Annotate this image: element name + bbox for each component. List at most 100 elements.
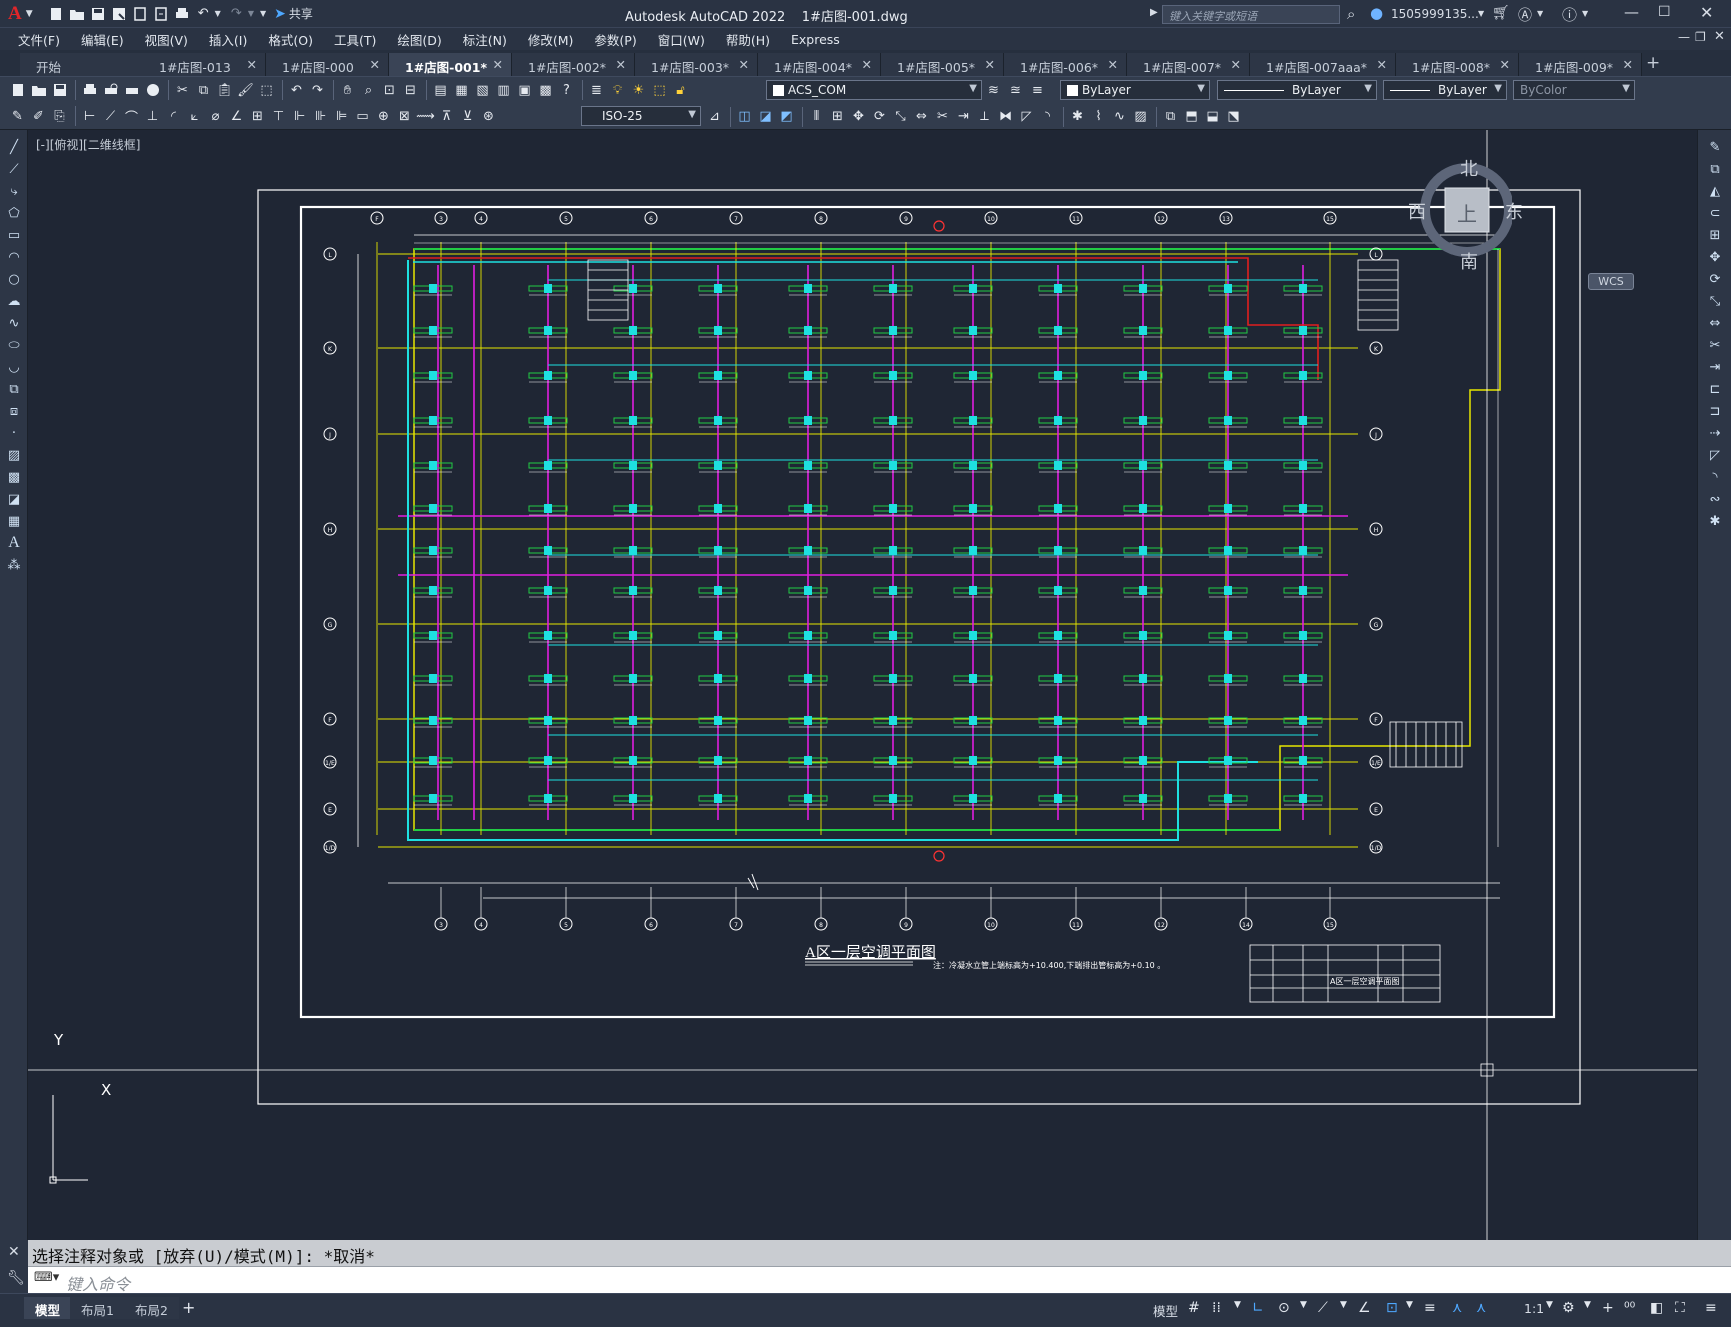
menu-parametric[interactable]: 参数(P): [594, 30, 636, 49]
offset-icon[interactable]: ⫴: [807, 107, 826, 126]
ortho-icon[interactable]: ∟: [1252, 1300, 1264, 1316]
doc-close-icon[interactable]: ✕: [1714, 29, 1725, 44]
tab-drawing[interactable]: 1#店图-008* ✕: [1396, 53, 1519, 76]
tab-drawing[interactable]: 1#店图-003* ✕: [635, 53, 758, 76]
plot-preview-icon[interactable]: [101, 81, 120, 100]
scale-dropdown-icon[interactable]: ▼: [1546, 1300, 1553, 1310]
plotstyle-dropdown[interactable]: ByColor ▼: [1513, 80, 1635, 100]
scale-icon[interactable]: ⤡: [891, 107, 910, 126]
new-icon[interactable]: [8, 81, 27, 100]
scale-icon[interactable]: ⤡: [1698, 290, 1731, 312]
units-icon[interactable]: ⁰⁰: [1624, 1300, 1635, 1316]
make-block-icon[interactable]: ⧈: [0, 400, 28, 422]
tab-close-icon[interactable]: ✕: [1108, 57, 1118, 72]
region-icon[interactable]: ◪: [0, 488, 28, 510]
aligned-dimension-icon[interactable]: ⟋: [101, 107, 120, 126]
viewcube[interactable]: 北 南 东 西 上: [1402, 150, 1523, 273]
menu-file[interactable]: 文件(F): [18, 30, 60, 49]
join-icon[interactable]: ⧓: [996, 107, 1015, 126]
viewcube-face-top[interactable]: 上: [1457, 198, 1477, 227]
trim-icon[interactable]: ✂: [1698, 334, 1731, 356]
open-web-icon[interactable]: [131, 4, 150, 23]
object-snap-dropdown-icon[interactable]: ▼: [1406, 1300, 1413, 1310]
layout-tab-model[interactable]: 模型: [24, 1297, 72, 1319]
break-icon[interactable]: ⟂: [975, 107, 994, 126]
tab-drawing[interactable]: 1#店图-004* ✕: [758, 53, 881, 76]
line-icon[interactable]: ╱: [0, 136, 28, 158]
grid-icon[interactable]: #: [1188, 1300, 1200, 1316]
insert-block-icon[interactable]: ⧉: [0, 378, 28, 400]
menu-view[interactable]: 视图(V): [145, 30, 188, 49]
doc-minimize-icon[interactable]: —: [1678, 30, 1690, 44]
menu-dimension[interactable]: 标注(N): [463, 30, 507, 49]
design-center-icon[interactable]: ▦: [452, 81, 471, 100]
save-as-icon[interactable]: [110, 4, 129, 23]
mirror-icon[interactable]: ◩: [777, 107, 796, 126]
dimension-break-icon[interactable]: ⊫: [332, 107, 351, 126]
user-icon[interactable]: ●: [1370, 4, 1383, 22]
dimension-edit-icon[interactable]: ⊼: [437, 107, 456, 126]
menu-draw[interactable]: 绘图(D): [397, 30, 441, 49]
point-icon[interactable]: ·: [0, 422, 28, 444]
menu-edit[interactable]: 编辑(E): [81, 30, 124, 49]
save-web-icon[interactable]: [152, 4, 171, 23]
tab-close-icon[interactable]: ✕: [1231, 57, 1241, 72]
extend-icon[interactable]: ⇥: [954, 107, 973, 126]
explode-icon[interactable]: ✱: [1068, 107, 1087, 126]
revision-cloud-icon[interactable]: ☁︎: [0, 290, 28, 312]
menu-modify[interactable]: 修改(M): [528, 30, 574, 49]
baseline-dimension-icon[interactable]: ⊤: [269, 107, 288, 126]
layer-thaw-icon[interactable]: ☀: [629, 81, 648, 100]
search-icon[interactable]: ⌕: [1347, 5, 1355, 23]
ellipse-arc-icon[interactable]: ◡: [0, 356, 28, 378]
inspection-icon[interactable]: ⊠: [395, 107, 414, 126]
compass-north[interactable]: 北: [1460, 155, 1478, 181]
array-icon[interactable]: ⊞: [1698, 224, 1731, 246]
minimize-icon[interactable]: —: [1624, 3, 1639, 21]
workspace-gear-icon[interactable]: ⚙: [1562, 1300, 1575, 1316]
make-current-layer-icon[interactable]: ≋: [984, 81, 1003, 100]
close-command-line-icon[interactable]: ✕: [8, 1244, 20, 1260]
chamfer-icon[interactable]: ◸: [1017, 107, 1036, 126]
continue-dimension-icon[interactable]: ⊩: [290, 107, 309, 126]
tab-drawing[interactable]: 1#店图-013 ✕: [143, 53, 266, 76]
rotate-icon[interactable]: ⟳: [870, 107, 889, 126]
fillet-icon[interactable]: ◝: [1698, 466, 1731, 488]
move-icon[interactable]: ✥: [1698, 246, 1731, 268]
tab-close-icon[interactable]: ✕: [616, 57, 626, 72]
edit-polyline-icon[interactable]: ⌇: [1089, 107, 1108, 126]
snap-icon[interactable]: ⁞⁞: [1212, 1300, 1221, 1316]
layer-dropdown[interactable]: ACS_COM ▼: [766, 80, 982, 100]
search-expand-icon[interactable]: ▶: [1150, 7, 1158, 18]
trim-icon[interactable]: ✂: [933, 107, 952, 126]
extend-icon[interactable]: ⇥: [1698, 356, 1731, 378]
customize-icon[interactable]: 🔧︎: [7, 1270, 25, 1286]
open-icon[interactable]: [29, 81, 48, 100]
help-dropdown-icon[interactable]: ▼: [1582, 9, 1588, 18]
markup-icon[interactable]: ▣: [515, 81, 534, 100]
lineweight-dropdown[interactable]: ByLayer ▼: [1383, 80, 1507, 100]
help-icon[interactable]: ?: [557, 81, 576, 100]
autodesk-app-icon[interactable]: Ⓐ: [1518, 5, 1532, 25]
layer-previous-icon[interactable]: ≊: [1006, 81, 1025, 100]
bring-front-icon[interactable]: ⬒: [1182, 107, 1201, 126]
layout-tab-2[interactable]: 布局2: [124, 1297, 179, 1319]
tab-close-icon[interactable]: ✕: [862, 57, 872, 72]
edit-hatch-icon[interactable]: ▨: [1131, 107, 1150, 126]
layer-viewport-icon[interactable]: ⬚: [650, 81, 669, 100]
center-mark-icon[interactable]: ⊕: [374, 107, 393, 126]
tab-drawing[interactable]: 1#店图-007aaa* ✕: [1250, 53, 1396, 76]
zoom-window-icon[interactable]: ⊡: [380, 81, 399, 100]
stretch-icon[interactable]: ⇔: [1698, 312, 1731, 334]
snap-dropdown-icon[interactable]: ▼: [1234, 1300, 1241, 1310]
redo-icon[interactable]: ↷: [227, 4, 246, 23]
erase-icon[interactable]: ✎: [1698, 136, 1731, 158]
quick-dimension-icon[interactable]: ⊞: [248, 107, 267, 126]
spline-icon[interactable]: ∿: [0, 312, 28, 334]
stretch-icon[interactable]: ⇔: [912, 107, 931, 126]
table-icon[interactable]: ▦: [0, 510, 28, 532]
offset-icon[interactable]: ⊂: [1698, 202, 1731, 224]
maximize-icon[interactable]: ☐: [1658, 4, 1671, 20]
sheet-set-icon[interactable]: ▥: [494, 81, 513, 100]
command-line-handle[interactable]: ✕ 🔧︎: [0, 1240, 28, 1293]
